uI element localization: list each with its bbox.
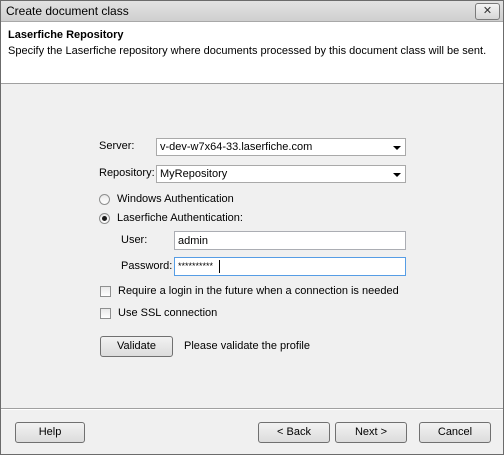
laserfiche-auth-radio[interactable] (99, 213, 110, 224)
laserfiche-auth-label[interactable]: Laserfiche Authentication: (117, 212, 243, 224)
user-label: User: (121, 234, 148, 246)
help-button[interactable]: Help (15, 422, 85, 443)
repository-value: MyRepository (160, 168, 228, 180)
title-bar: Create document class ✕ (1, 1, 503, 22)
validate-button[interactable]: Validate (100, 336, 173, 357)
validate-status: Please validate the profile (184, 340, 310, 352)
user-input[interactable]: admin (174, 231, 406, 250)
repository-dropdown[interactable]: MyRepository (156, 165, 406, 183)
ssl-checkbox[interactable] (100, 308, 111, 319)
require-login-label[interactable]: Require a login in the future when a con… (118, 285, 399, 297)
page-description: Specify the Laserfiche repository where … (8, 45, 487, 57)
server-dropdown[interactable]: v-dev-w7x64-33.laserfiche.com (156, 138, 406, 156)
cancel-button[interactable]: Cancel (419, 422, 491, 443)
wizard-header: Laserfiche Repository Specify the Laserf… (1, 22, 503, 84)
repository-label: Repository: (99, 167, 155, 179)
windows-auth-label[interactable]: Windows Authentication (117, 193, 234, 205)
windows-auth-radio[interactable] (99, 194, 110, 205)
close-icon: ✕ (482, 5, 493, 17)
footer-divider (1, 408, 503, 410)
window-title: Create document class (6, 4, 129, 18)
back-button[interactable]: < Back (258, 422, 330, 443)
text-caret (219, 260, 220, 273)
dialog-window: Create document class ✕ Laserfiche Repos… (0, 0, 504, 455)
close-button[interactable]: ✕ (475, 3, 500, 20)
chevron-down-icon (393, 173, 401, 177)
page-title: Laserfiche Repository (8, 29, 124, 41)
password-input[interactable]: ********** (174, 257, 406, 276)
password-value: ********** (178, 261, 214, 271)
ssl-label[interactable]: Use SSL connection (118, 307, 217, 319)
next-button[interactable]: Next > (335, 422, 407, 443)
password-label: Password: (121, 260, 173, 272)
user-value: admin (178, 235, 208, 247)
server-value: v-dev-w7x64-33.laserfiche.com (160, 141, 313, 153)
chevron-down-icon (393, 146, 401, 150)
require-login-checkbox[interactable] (100, 286, 111, 297)
server-label: Server: (99, 140, 135, 152)
